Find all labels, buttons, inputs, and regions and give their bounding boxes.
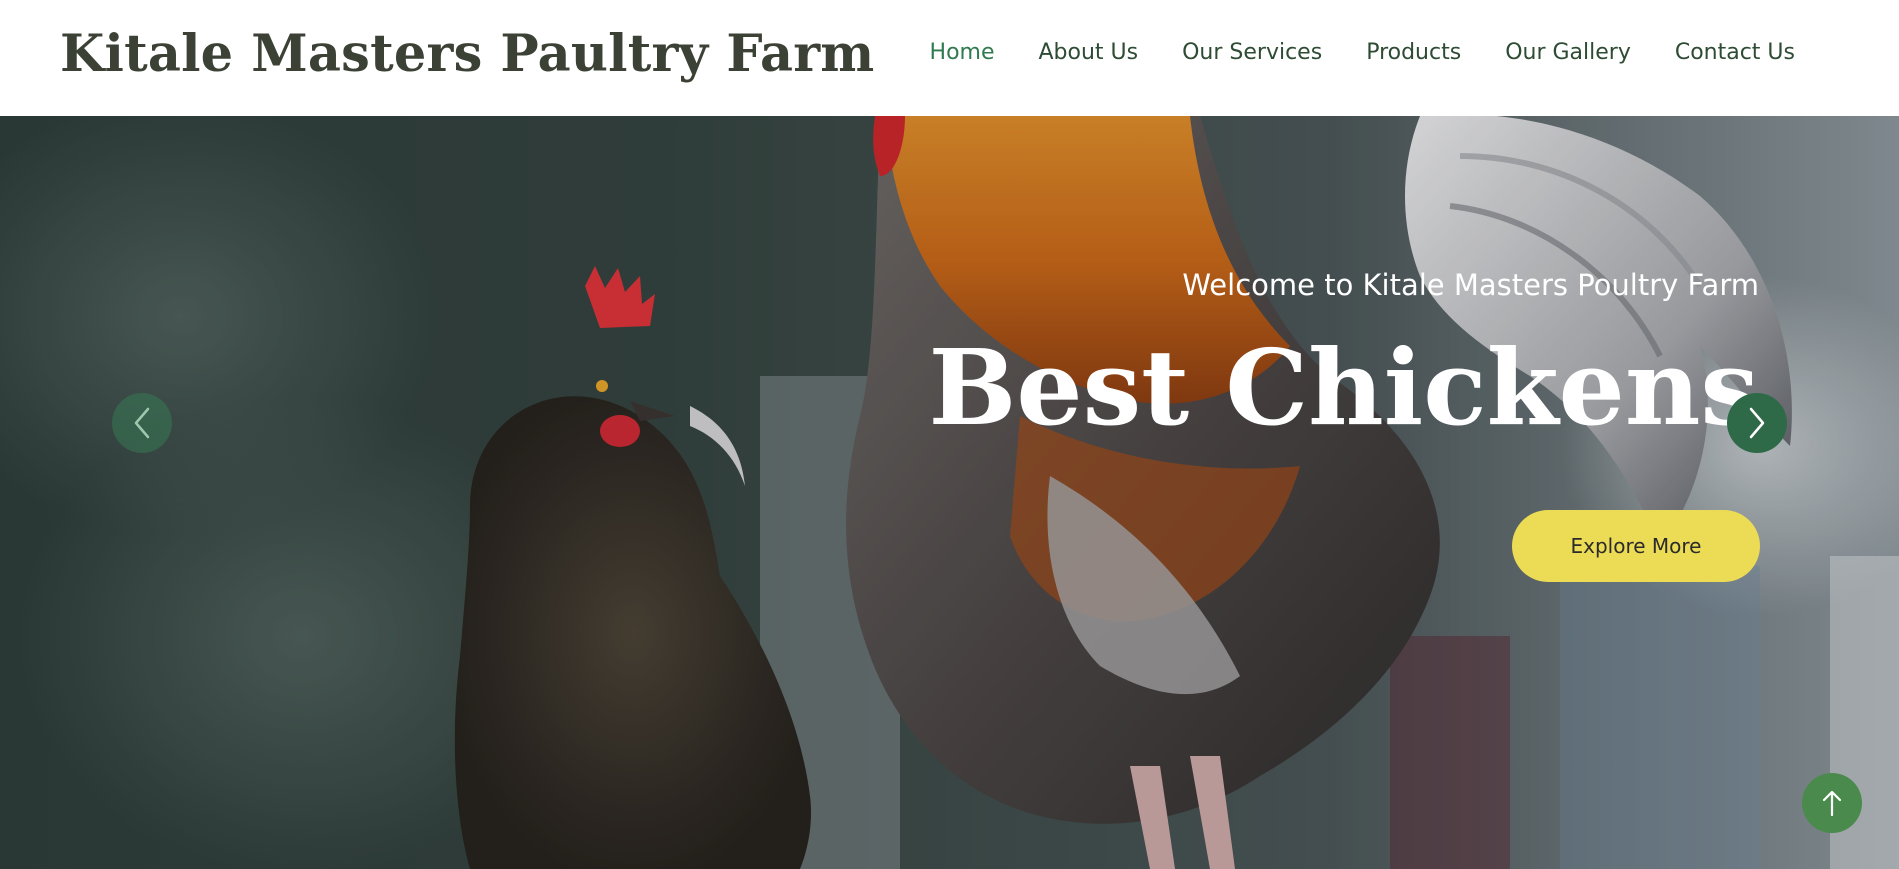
nav-about-us[interactable]: About Us	[1039, 40, 1139, 65]
hero-headline: Best Chickens	[928, 326, 1759, 449]
explore-more-button[interactable]: Explore More	[1512, 510, 1760, 582]
arrow-up-icon	[1822, 790, 1842, 817]
site-logo-title[interactable]: Kitale Masters Paultry Farm	[60, 24, 874, 84]
nav-home[interactable]: Home	[930, 40, 995, 65]
nav-our-services[interactable]: Our Services	[1182, 40, 1322, 65]
hero-background-image	[0, 116, 1899, 869]
back-to-top-button[interactable]	[1802, 773, 1862, 833]
hero-welcome-text: Welcome to Kitale Masters Poultry Farm	[1182, 268, 1759, 302]
carousel-prev-button[interactable]	[112, 393, 172, 453]
nav-contact-us[interactable]: Contact Us	[1675, 40, 1795, 65]
chevron-left-icon	[134, 407, 150, 439]
main-nav: Home About Us Our Services Products Our …	[930, 40, 1795, 65]
nav-our-gallery[interactable]: Our Gallery	[1505, 40, 1631, 65]
nav-products[interactable]: Products	[1366, 40, 1461, 65]
site-header: Kitale Masters Paultry Farm Home About U…	[0, 0, 1899, 116]
chevron-right-icon	[1749, 407, 1765, 439]
hero-carousel: Welcome to Kitale Masters Poultry Farm B…	[0, 116, 1899, 869]
carousel-next-button[interactable]	[1727, 393, 1787, 453]
